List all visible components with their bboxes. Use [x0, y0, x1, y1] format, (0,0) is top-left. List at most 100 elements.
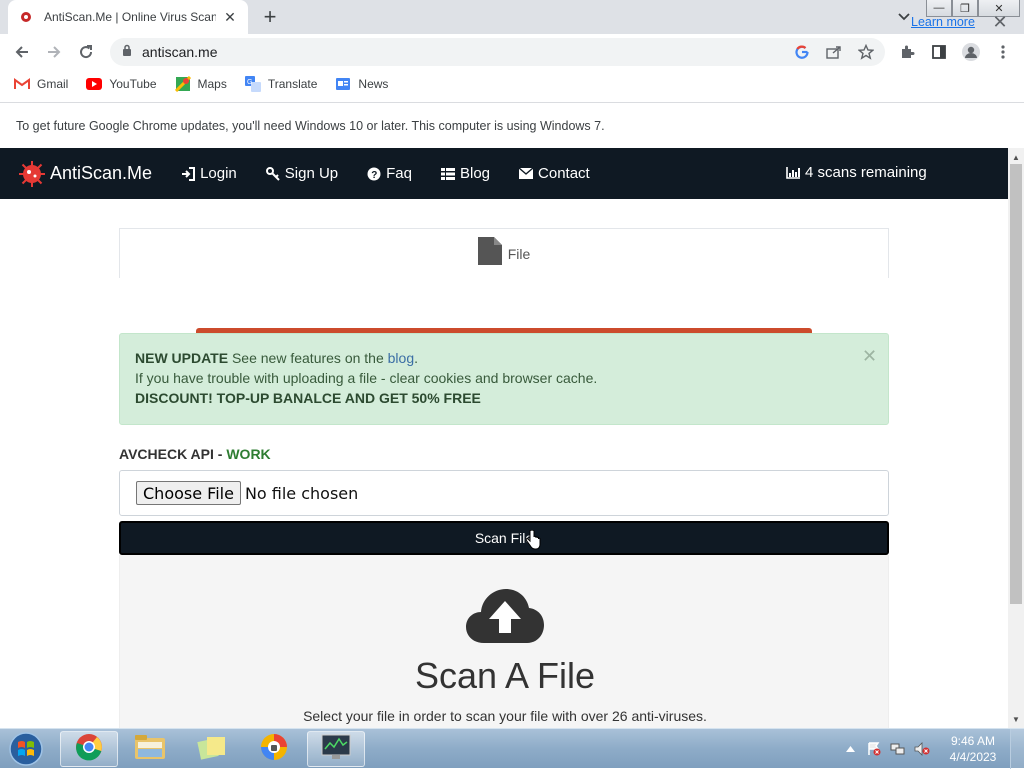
api-label: AVCHECK API - [119, 446, 227, 462]
google-icon[interactable] [793, 43, 811, 61]
alert-discount-text: DISCOUNT! TOP-UP BANALCE AND GET 50% FRE… [135, 390, 481, 406]
start-button[interactable] [4, 731, 48, 767]
clock-date: 4/4/2023 [949, 750, 997, 764]
nav-contact[interactable]: Contact [519, 165, 590, 182]
file-tab[interactable]: File [119, 228, 889, 278]
scan-file-button[interactable]: Scan File [119, 521, 889, 555]
scroll-up-icon[interactable]: ▲ [1008, 150, 1024, 164]
bookmark-label: Translate [267, 77, 318, 91]
page-viewport: AntiScan.Me Login Sign Up ? Faq Blog Con… [0, 148, 1008, 728]
dropzone-subtitle: Select your file in order to scan your f… [303, 708, 707, 724]
volume-muted-icon[interactable] [914, 741, 930, 757]
menu-kebab-icon[interactable] [991, 40, 1015, 64]
taskbar-security-app[interactable] [245, 731, 303, 767]
page-scrollbar[interactable]: ▲ ▼ [1008, 148, 1024, 728]
api-status: WORK [226, 446, 271, 462]
bar-chart-icon [786, 166, 800, 180]
scrollbar-thumb[interactable] [1010, 164, 1022, 604]
bookmark-maps[interactable]: Maps [174, 76, 227, 92]
network-icon[interactable] [890, 741, 906, 757]
file-input[interactable]: Choose File No file chosen [119, 470, 889, 516]
windows-taskbar: 9:46 AM 4/4/2023 [0, 728, 1024, 769]
hand-cursor-icon [525, 529, 541, 555]
alert-period: . [414, 350, 418, 366]
sticky-notes-icon [197, 734, 227, 765]
forward-icon[interactable] [42, 40, 66, 64]
taskbar-chrome[interactable] [60, 731, 118, 767]
bookmark-star-icon[interactable] [857, 43, 875, 61]
bookmark-gmail[interactable]: Gmail [14, 76, 68, 92]
folder-icon [134, 734, 166, 765]
bookmark-label: News [358, 77, 389, 91]
youtube-icon [86, 76, 103, 92]
system-tray [842, 729, 930, 769]
security-app-icon [259, 732, 289, 767]
learn-more-link[interactable]: Learn more [911, 15, 975, 29]
nav-faq[interactable]: ? Faq [367, 165, 412, 182]
scans-remaining-text: 4 scans remaining [805, 164, 927, 181]
translate-icon: G [244, 76, 261, 92]
tab-close-icon[interactable]: ✕ [222, 9, 238, 25]
alert-update-text: See new features on the [228, 350, 388, 366]
back-icon[interactable] [10, 40, 34, 64]
browser-tab[interactable]: AntiScan.Me | Online Virus Scanner ✕ [8, 0, 248, 34]
alert-cache-text: If you have trouble with uploading a fil… [135, 370, 598, 386]
chrome-update-infobar: To get future Google Chrome updates, you… [0, 102, 1024, 148]
bookmarks-bar: Gmail YouTube Maps G Translate News [0, 70, 1024, 98]
maps-icon [174, 76, 191, 92]
bookmark-news[interactable]: News [335, 76, 388, 92]
nav-signup[interactable]: Sign Up [265, 165, 338, 182]
file-icon [477, 237, 502, 270]
chrome-icon [75, 733, 103, 766]
side-panel-icon[interactable] [927, 40, 951, 64]
tray-expand-icon[interactable] [842, 741, 858, 757]
file-tab-label: File [507, 245, 531, 262]
nav-blog[interactable]: Blog [441, 165, 490, 182]
alert-close-icon[interactable]: ✕ [862, 346, 877, 366]
action-center-icon[interactable] [866, 741, 882, 757]
tab-strip: AntiScan.Me | Online Virus Scanner ✕ + —… [0, 0, 1024, 34]
infobar-close-icon[interactable]: ✕ [990, 12, 1010, 32]
scroll-down-icon[interactable]: ▼ [1008, 712, 1024, 726]
lock-icon[interactable] [122, 43, 132, 61]
key-icon [265, 166, 280, 181]
reload-icon[interactable] [74, 40, 98, 64]
nav-login[interactable]: Login [181, 165, 237, 182]
nav-label: Faq [386, 165, 412, 182]
scans-remaining[interactable]: 4 scans remaining [786, 164, 927, 181]
taskbar-explorer[interactable] [121, 731, 179, 767]
bookmark-youtube[interactable]: YouTube [86, 76, 157, 92]
tab-title: AntiScan.Me | Online Virus Scanner [44, 10, 216, 24]
envelope-icon [519, 167, 534, 181]
taskbar-clock[interactable]: 9:46 AM 4/4/2023 [944, 733, 1002, 765]
clock-time: 9:46 AM [950, 734, 996, 748]
news-icon [335, 76, 351, 92]
show-desktop-button[interactable] [1010, 729, 1024, 769]
brand[interactable]: AntiScan.Me [18, 160, 152, 188]
site-navbar: AntiScan.Me Login Sign Up ? Faq Blog Con… [0, 148, 1008, 199]
antiscan-favicon-icon [18, 9, 34, 25]
extensions-icon[interactable] [895, 40, 919, 64]
drop-zone[interactable]: Scan A File Select your file in order to… [119, 555, 889, 728]
nav-label: Contact [538, 165, 590, 182]
new-tab-button[interactable]: + [258, 4, 282, 29]
share-icon[interactable] [825, 43, 843, 61]
bookmark-label: YouTube [109, 77, 157, 91]
address-bar[interactable]: antiscan.me [110, 38, 885, 66]
bookmark-label: Gmail [37, 77, 69, 91]
virus-logo-icon [18, 160, 46, 188]
cloud-upload-icon [466, 587, 544, 650]
infobar-message: To get future Google Chrome updates, you… [16, 118, 605, 133]
question-icon: ? [367, 167, 381, 181]
taskbar-notes[interactable] [183, 731, 241, 767]
nav-label: Blog [460, 165, 491, 182]
profile-icon[interactable] [959, 40, 983, 64]
choose-file-button[interactable]: Choose File [136, 481, 241, 505]
api-status-line: AVCHECK API - WORK [119, 446, 271, 462]
alert-update-label: NEW UPDATE [135, 350, 229, 366]
blog-link[interactable]: blog [388, 350, 414, 366]
bookmark-label: Maps [197, 77, 227, 91]
taskbar-monitor[interactable] [307, 731, 365, 767]
list-icon [441, 167, 455, 181]
bookmark-translate[interactable]: G Translate [244, 76, 318, 92]
